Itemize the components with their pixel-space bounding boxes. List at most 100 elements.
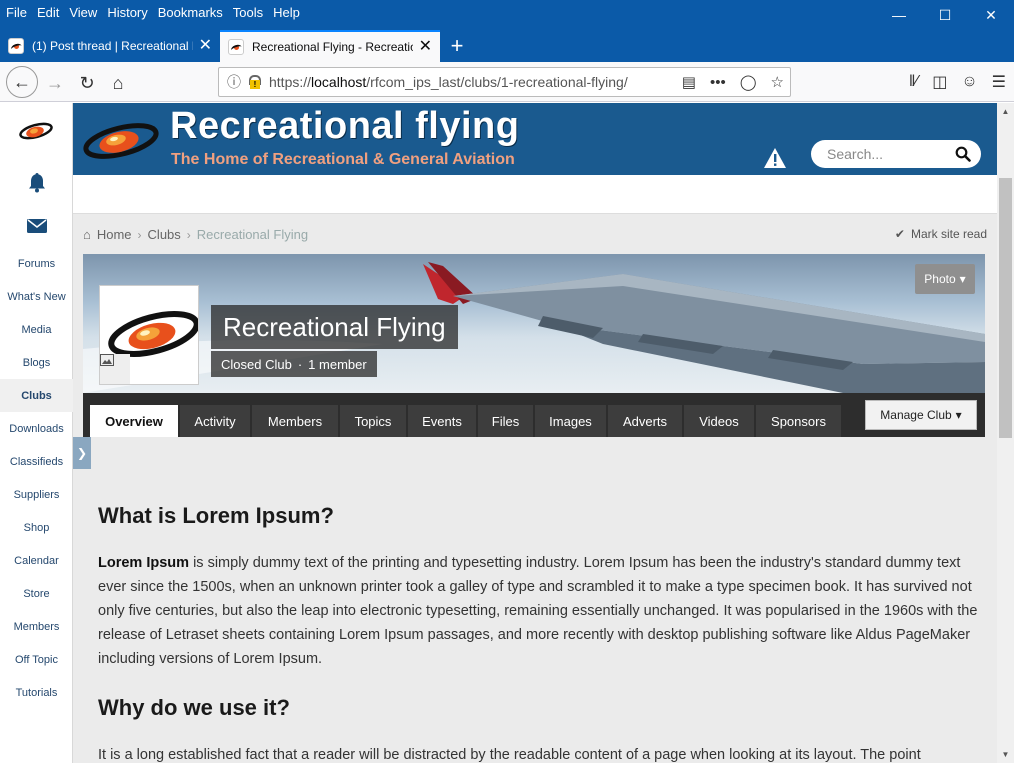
paragraph: It is a long established fact that a rea… (98, 747, 921, 763)
club-tab-bar: Overview Activity Members Topics Events … (83, 393, 985, 437)
close-tab-icon[interactable]: ✕ (199, 38, 212, 54)
sidebar-item-forums[interactable]: Forums (0, 247, 73, 280)
tab-files[interactable]: Files (478, 405, 533, 437)
tab-title: Recreational Flying - Recreation (252, 40, 413, 54)
breadcrumb-clubs[interactable]: Clubs (148, 227, 181, 242)
club-member-count[interactable]: 1 member (308, 357, 367, 372)
tab-members[interactable]: Members (252, 405, 338, 437)
photo-button[interactable]: Photo ▾ (915, 264, 975, 294)
chevron-right-icon: › (186, 227, 191, 242)
menu-file[interactable]: File (6, 5, 27, 20)
bold-text: Lorem Ipsum (98, 555, 190, 571)
tab-overview[interactable]: Overview (90, 405, 178, 437)
manage-club-button[interactable]: Manage Club ▾ (865, 400, 977, 430)
sidebar-item-blogs[interactable]: Blogs (0, 346, 73, 379)
url-prefix: https:// (269, 74, 312, 90)
notifications-bell-icon[interactable] (26, 171, 48, 193)
menu-bookmarks[interactable]: Bookmarks (158, 5, 223, 20)
tab-sponsors[interactable]: Sponsors (756, 405, 841, 437)
sidebar-item-classifieds[interactable]: Classifieds (0, 445, 73, 478)
chevron-right-icon: ❯ (76, 446, 88, 460)
club-avatar[interactable] (99, 285, 199, 385)
sidebar-item-tutorials[interactable]: Tutorials (0, 676, 73, 709)
close-tab-icon[interactable]: ✕ (419, 39, 432, 55)
section-heading: What is Lorem Ipsum? (98, 503, 334, 528)
site-title[interactable]: Recreational flying (170, 105, 519, 148)
scrollbar-thumb[interactable] (999, 178, 1012, 438)
sidebars-icon[interactable]: ◫ (932, 72, 947, 92)
search-input[interactable]: Search... (811, 140, 981, 168)
checkmark-icon: ✔ (894, 227, 905, 241)
paragraph-text: is simply dummy text of the printing and… (98, 555, 978, 667)
url-actions: ▤ ••• ◯ ☆ (682, 68, 784, 96)
home-button[interactable]: ⌂ (103, 68, 133, 98)
page-actions-icon[interactable]: ••• (710, 74, 726, 91)
sidebar-item-suppliers[interactable]: Suppliers (0, 478, 73, 511)
reader-view-icon[interactable]: ▤ (682, 73, 696, 91)
browser-window: File Edit View History Bookmarks Tools H… (0, 0, 1014, 763)
browser-tab-recreational-flying[interactable]: Recreational Flying - Recreation ✕ (220, 30, 440, 62)
breadcrumb-current: Recreational Flying (196, 227, 309, 242)
meta-separator: · (297, 356, 303, 372)
minimize-button[interactable]: — (876, 0, 922, 30)
sidebar-item-calendar[interactable]: Calendar (0, 544, 73, 577)
browser-tab-post-thread[interactable]: (1) Post thread | Recreational Fl ✕ (0, 30, 220, 62)
tab-adverts[interactable]: Adverts (608, 405, 682, 437)
window-controls: — ☐ ✕ (876, 0, 1014, 30)
sidebar-item-clubs[interactable]: Clubs (0, 379, 73, 412)
menu-history[interactable]: History (107, 5, 147, 20)
sidebar-item-media[interactable]: Media (0, 313, 73, 346)
sidebar-item-shop[interactable]: Shop (0, 511, 73, 544)
tab-activity[interactable]: Activity (180, 405, 250, 437)
search-icon[interactable] (955, 146, 971, 162)
messages-envelope-icon[interactable] (26, 215, 48, 237)
site-favicon-icon (228, 39, 244, 55)
bookmark-star-icon[interactable]: ☆ (771, 73, 784, 91)
scroll-up-arrow-icon[interactable]: ▲ (997, 103, 1014, 120)
pocket-icon[interactable]: ◯ (740, 73, 757, 91)
mark-site-read-link[interactable]: ✔ Mark site read (895, 227, 987, 241)
info-icon[interactable]: ⓘ (227, 72, 241, 92)
tab-images[interactable]: Images (535, 405, 606, 437)
sidebar-item-off-topic[interactable]: Off Topic (0, 643, 73, 676)
sidebar-item-whats-new[interactable]: What's New (0, 280, 73, 313)
scroll-down-arrow-icon[interactable]: ▼ (997, 746, 1014, 763)
sidebar-item-members[interactable]: Members (0, 610, 73, 643)
account-icon[interactable]: ☺ (961, 73, 977, 91)
warning-icon[interactable] (763, 147, 787, 169)
club-name: Recreational Flying (211, 305, 458, 349)
tab-videos[interactable]: Videos (684, 405, 754, 437)
site-tagline: The Home of Recreational & General Aviat… (171, 151, 515, 168)
new-tab-button[interactable]: + (440, 30, 474, 62)
chevron-right-icon: › (137, 227, 142, 242)
breadcrumb: ⌂ Home › Clubs › Recreational Flying (83, 227, 308, 242)
tab-topics[interactable]: Topics (340, 405, 406, 437)
forward-button[interactable]: → (40, 68, 70, 98)
breadcrumb-home[interactable]: Home (97, 227, 132, 242)
reload-button[interactable]: ↻ (72, 68, 102, 98)
change-avatar-image-icon[interactable] (100, 354, 130, 384)
hamburger-menu-icon[interactable]: ☰ (992, 72, 1006, 92)
library-icon[interactable]: ‖⁄ (909, 73, 918, 91)
menu-tools[interactable]: Tools (233, 5, 263, 20)
tab-strip: (1) Post thread | Recreational Fl ✕ Recr… (0, 30, 474, 62)
site-logo-icon[interactable] (17, 119, 55, 143)
caret-down-icon: ▾ (955, 408, 962, 422)
insecure-lock-icon[interactable] (247, 75, 261, 89)
section-heading: Why do we use it? (98, 695, 290, 720)
menu-edit[interactable]: Edit (37, 5, 59, 20)
sidebar-item-downloads[interactable]: Downloads (0, 412, 73, 445)
sidebar-expand-toggle[interactable]: ❯ (73, 437, 91, 469)
menu-help[interactable]: Help (273, 5, 300, 20)
url-bar[interactable]: ⓘ https://localhost/rfcom_ips_last/clubs… (218, 67, 791, 97)
site-logo-mark-icon[interactable] (81, 115, 161, 163)
maximize-button[interactable]: ☐ (922, 0, 968, 30)
sidebar-item-store[interactable]: Store (0, 577, 73, 610)
club-cover-photo: Photo ▾ Recreational Flying Closed Club … (83, 254, 985, 393)
page-scrollbar[interactable]: ▲ ▼ (997, 103, 1014, 763)
close-window-button[interactable]: ✕ (968, 0, 1014, 30)
caret-down-icon: ▾ (959, 272, 966, 286)
menu-view[interactable]: View (69, 5, 97, 20)
back-button[interactable]: ← (6, 66, 38, 98)
tab-events[interactable]: Events (408, 405, 476, 437)
